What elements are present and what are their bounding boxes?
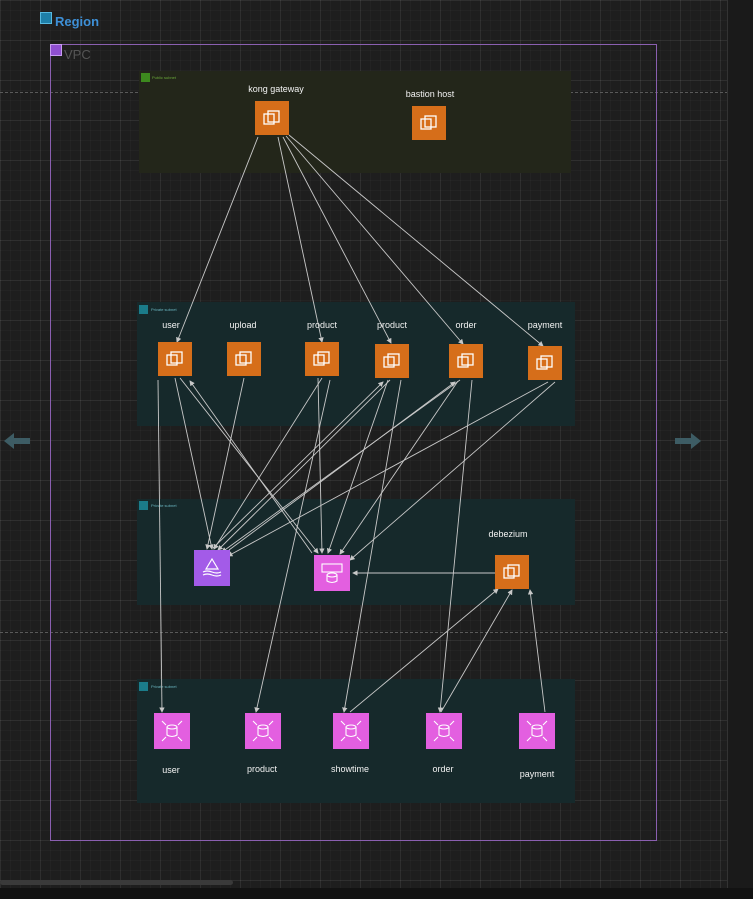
bastion-host-node[interactable] [412,106,446,140]
ec2-instance-icon [235,351,252,366]
service-user-label: user [162,320,180,330]
database-user-node[interactable] [154,713,190,749]
ec2-instance-icon [503,564,520,579]
ec2-instance-icon [383,353,400,368]
service-product-node[interactable] [375,344,409,378]
database-order-node[interactable] [426,713,462,749]
database-order-label: order [432,764,454,774]
ec2-instance-icon [420,115,437,130]
bottom-bar [0,888,753,899]
rds-database-icon [340,720,362,742]
bastion-host-label: bastion host [405,89,455,99]
arrow-right-icon[interactable] [673,430,703,452]
kong-gateway-label: kong gateway [248,84,304,94]
service-product-label: product [306,320,338,330]
edge [217,379,391,551]
horizontal-scrollbar[interactable] [0,880,233,885]
edge [285,135,464,345]
ec2-instance-icon [536,355,553,370]
edge [437,379,473,713]
service-upload-node[interactable] [227,342,261,376]
rds-database-icon [161,720,183,742]
edge [317,377,325,554]
ec2-instance-icon [166,351,183,366]
rds-database-icon [252,720,274,742]
ec2-instance-icon [313,351,330,366]
edge [342,379,402,713]
service-payment-node[interactable] [528,346,562,380]
service-product-label: product [376,320,408,330]
database-user-label: user [162,765,180,775]
message-queue-node[interactable] [194,550,230,586]
service-user-node[interactable] [158,342,192,376]
debezium-label: debezium [488,529,528,539]
edge [277,136,324,343]
service-order-label: order [455,320,477,330]
database-showtime-label: showtime [330,764,369,774]
cache-database-node[interactable] [314,555,350,591]
database-payment-label: payment [519,769,555,779]
debezium-node[interactable] [495,555,529,589]
mq-broker-icon [202,557,222,577]
database-product-label: product [246,764,278,774]
service-payment-label: payment [527,320,563,330]
edge [527,589,546,713]
right-panel-edge [727,0,753,899]
edge [189,380,313,554]
edge [221,379,461,553]
ec2-instance-icon [263,110,280,125]
ec2-instance-icon [457,353,474,368]
rds-database-icon [526,720,548,742]
database-payment-node[interactable] [519,713,555,749]
database-showtime-node[interactable] [333,713,369,749]
database-product-node[interactable] [245,713,281,749]
rds-database-icon [321,563,343,584]
rds-database-icon [433,720,455,742]
arrow-left-icon[interactable] [2,430,32,452]
service-order-node[interactable] [449,344,483,378]
edge [254,379,331,713]
edge [440,589,513,713]
edge [288,134,544,347]
edge [157,379,165,713]
service-upload-label: upload [229,320,257,330]
edge [349,588,499,713]
edge [176,136,259,343]
kong-gateway-node[interactable] [255,101,289,135]
service-product-node[interactable] [305,342,339,376]
edge [228,381,456,551]
